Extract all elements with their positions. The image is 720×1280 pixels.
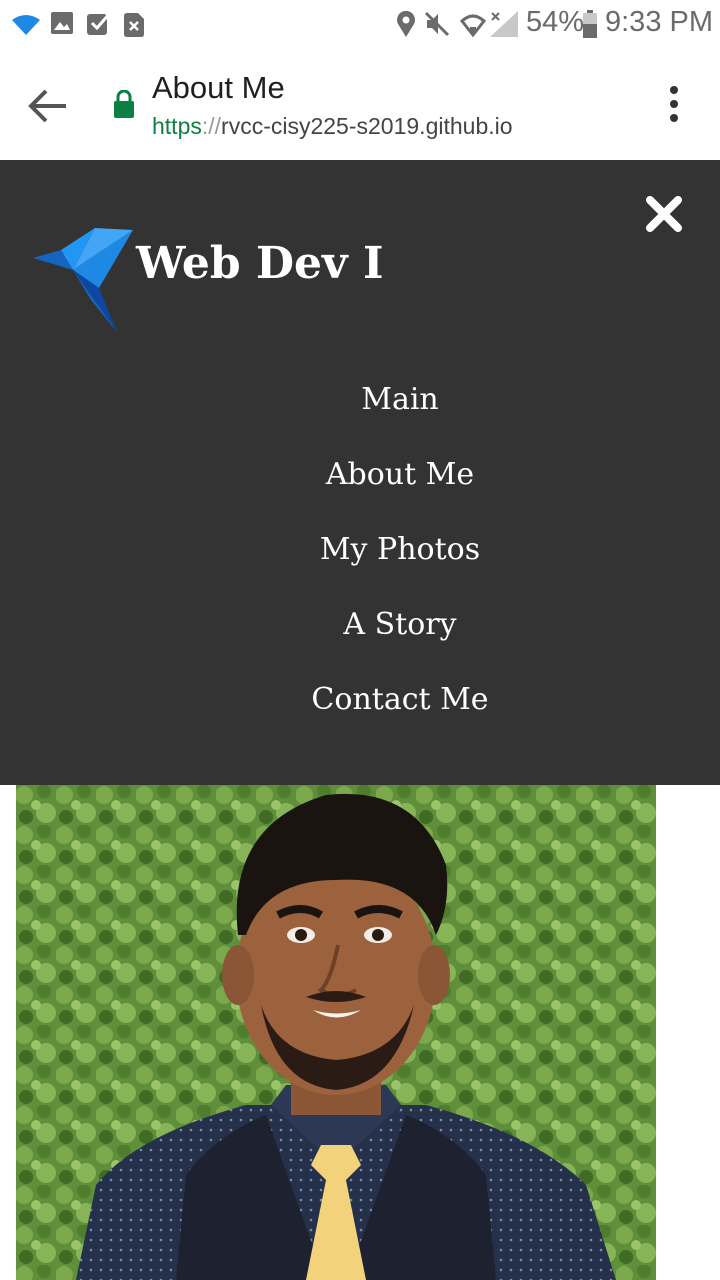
secure-lock-icon: [114, 90, 134, 118]
nav-link-my-photos[interactable]: My Photos: [320, 512, 480, 587]
sim-error-icon: [124, 13, 144, 37]
site-brand: Web Dev I: [136, 238, 384, 289]
battery-percent: 54%: [526, 6, 585, 38]
browser-toolbar: About Me https://rvcc-cisy225-s2019.gith…: [0, 50, 720, 160]
clock: 9:33 PM: [605, 6, 713, 38]
nav-item-main: Main: [0, 362, 720, 437]
address-bar-url[interactable]: https://rvcc-cisy225-s2019.github.io: [152, 113, 513, 140]
mute-icon: [424, 11, 450, 37]
nav-link-contact-me[interactable]: Contact Me: [311, 662, 488, 737]
profile-photo: [16, 785, 656, 1280]
nav-link-main[interactable]: Main: [361, 362, 439, 437]
status-bar: 54% 9:33 PM: [0, 0, 720, 50]
nav-item-my-photos: My Photos: [0, 512, 720, 587]
nav-item-a-story: A Story: [0, 587, 720, 662]
nav-item-about-me: About Me: [0, 437, 720, 512]
site-nav-menu: Web Dev I Main About Me My Photos A Stor…: [0, 160, 720, 785]
wifi-icon: [12, 15, 40, 35]
page-title: About Me: [152, 70, 285, 105]
task-check-icon: [87, 12, 112, 35]
image-icon: [51, 12, 73, 34]
url-separator: ://: [201, 113, 222, 139]
url-host: rvcc-cisy225-s2019.github.io: [221, 113, 513, 139]
nav-link-a-story[interactable]: A Story: [343, 587, 456, 662]
close-icon[interactable]: [644, 194, 684, 234]
nav-list: Main About Me My Photos A Story Contact …: [0, 362, 720, 737]
location-icon: [397, 11, 415, 37]
bird-logo-icon: [33, 228, 133, 332]
nav-item-contact-me: Contact Me: [0, 662, 720, 737]
wifi-calling-icon: [460, 14, 486, 37]
back-arrow-icon[interactable]: [26, 86, 70, 126]
signal-icon: [490, 11, 518, 37]
battery-icon: [583, 10, 597, 38]
url-scheme: https: [152, 113, 202, 139]
nav-link-about-me[interactable]: About Me: [326, 437, 474, 512]
overflow-menu-icon[interactable]: [660, 84, 688, 124]
